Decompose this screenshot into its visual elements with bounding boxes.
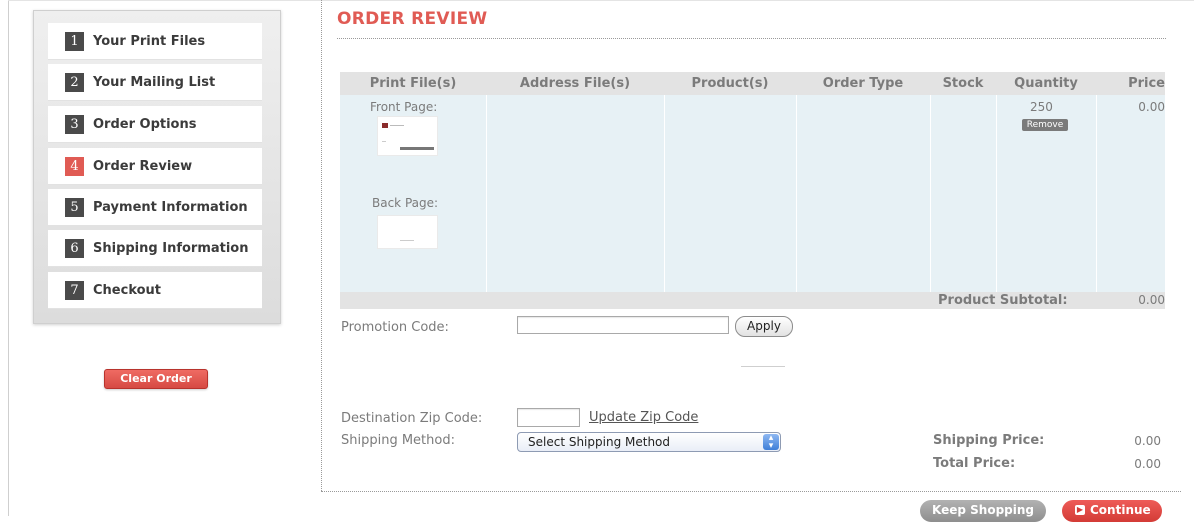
step-label: Order Options: [93, 116, 197, 132]
step-payment-information[interactable]: 5 Payment Information: [48, 189, 262, 226]
main-border-bottom: [321, 491, 1181, 493]
step-label: Shipping Information: [93, 240, 249, 256]
step-order-review[interactable]: 4 Order Review: [48, 148, 262, 185]
page-title: ORDER REVIEW: [337, 9, 488, 29]
page-frame-top: [8, 0, 1194, 1]
promotion-code-input[interactable]: [517, 316, 729, 334]
front-page-label: Front Page:: [370, 100, 438, 114]
header-print-files: Print File(s): [369, 76, 457, 91]
step-shipping-information[interactable]: 6 Shipping Information: [48, 230, 262, 267]
continue-button[interactable]: ▶ Continue: [1062, 500, 1162, 522]
title-divider: [337, 38, 1166, 39]
shipping-price-label: Shipping Price:: [933, 433, 1045, 448]
step-number: 6: [65, 238, 84, 258]
column-divider: [996, 95, 997, 292]
back-page-label: Back Page:: [372, 196, 439, 210]
thumbnail-text-line: [382, 141, 386, 142]
shipping-method-select[interactable]: Select Shipping Method ▴ ▾: [517, 432, 781, 452]
main-border-left: [321, 0, 323, 491]
clear-order-button[interactable]: Clear Order: [104, 369, 208, 389]
column-divider: [664, 95, 665, 292]
table-footer: Product Subtotal: 0.00: [340, 292, 1165, 309]
step-checkout[interactable]: 7 Checkout: [48, 272, 262, 309]
step-number: 4: [65, 156, 84, 176]
shipping-method-label: Shipping Method:: [341, 433, 455, 448]
keep-shopping-button[interactable]: Keep Shopping: [920, 500, 1046, 522]
front-page-thumbnail[interactable]: [377, 116, 438, 156]
apply-button[interactable]: Apply: [735, 316, 793, 337]
step-label: Your Print Files: [93, 33, 206, 49]
remove-button[interactable]: Remove: [1022, 119, 1068, 131]
step-label: Order Review: [93, 158, 193, 174]
step-number: 7: [65, 280, 84, 300]
shipping-price-value: 0.00: [1134, 434, 1161, 448]
column-divider: [930, 95, 931, 292]
select-arrows-icon: ▴ ▾: [763, 434, 779, 451]
column-divider: [486, 95, 487, 292]
subtotal-label: Product Subtotal:: [938, 293, 1068, 308]
header-products: Product(s): [691, 76, 769, 91]
total-price-label: Total Price:: [933, 456, 1016, 471]
step-label: Your Mailing List: [93, 74, 216, 90]
back-page-thumbnail[interactable]: [377, 215, 438, 249]
header-address-files: Address File(s): [519, 76, 631, 91]
thumbnail-logo: [382, 123, 388, 128]
zip-code-input[interactable]: [517, 408, 580, 427]
step-your-print-files[interactable]: 1 Your Print Files: [48, 23, 262, 60]
quantity-value: 250: [1030, 100, 1053, 114]
promotion-code-label: Promotion Code:: [341, 320, 449, 335]
step-label: Checkout: [93, 282, 162, 298]
thumbnail-text-line: [390, 125, 404, 126]
table-header: Print File(s) Address File(s) Product(s)…: [340, 72, 1165, 95]
header-stock: Stock: [942, 76, 984, 91]
step-number: 3: [65, 114, 84, 134]
price-value: 0.00: [1138, 100, 1165, 114]
play-arrow-icon: ▶: [1075, 505, 1085, 515]
steps-sidebar: 1 Your Print Files 2 Your Mailing List 3…: [33, 10, 281, 324]
header-price: Price: [1128, 76, 1165, 91]
thumbnail-bar: [400, 147, 434, 150]
column-divider: [1096, 95, 1097, 292]
step-number: 1: [65, 31, 84, 51]
header-order-type: Order Type: [822, 76, 904, 91]
update-zip-code-link[interactable]: Update Zip Code: [589, 410, 698, 425]
shipping-method-selected: Select Shipping Method: [528, 435, 671, 449]
subtotal-value: 0.00: [1138, 293, 1165, 307]
step-order-options[interactable]: 3 Order Options: [48, 106, 262, 143]
header-quantity: Quantity: [1014, 76, 1078, 91]
thumbnail-text-line: [400, 240, 414, 241]
column-divider: [796, 95, 797, 292]
step-number: 5: [65, 197, 84, 217]
continue-label: Continue: [1090, 503, 1151, 517]
promotion-divider: [741, 366, 785, 367]
step-number: 2: [65, 72, 84, 92]
destination-zip-label: Destination Zip Code:: [341, 411, 483, 426]
step-label: Payment Information: [93, 199, 248, 215]
total-price-value: 0.00: [1134, 457, 1161, 471]
step-your-mailing-list[interactable]: 2 Your Mailing List: [48, 64, 262, 101]
page-frame-left: [8, 0, 9, 516]
